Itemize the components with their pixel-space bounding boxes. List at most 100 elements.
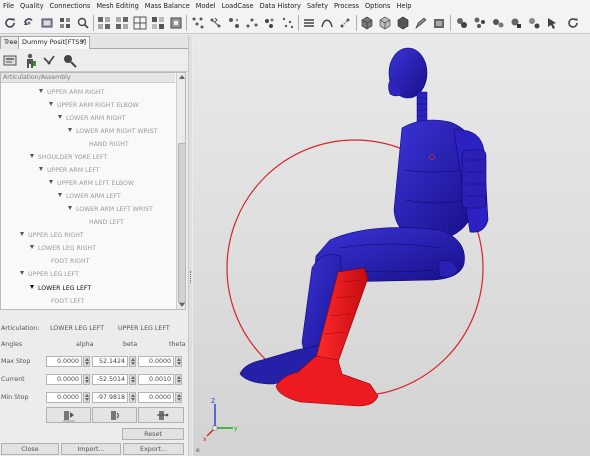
menu-quality[interactable]: Quality xyxy=(17,2,47,10)
current-alpha-spinner[interactable] xyxy=(83,374,90,385)
tab-close-button[interactable]: × xyxy=(77,36,88,49)
tree-item-lower-arm-left-wrist[interactable]: LOWER ARM LEFT WRIST xyxy=(68,204,153,216)
select-all-icon[interactable] xyxy=(545,16,559,30)
fit-view-icon[interactable] xyxy=(40,16,54,30)
layers-icon[interactable] xyxy=(302,16,316,30)
menu-model[interactable]: Model xyxy=(193,2,219,10)
menu-loadcase[interactable]: LoadCase xyxy=(219,2,257,10)
tree-item-upper-arm-left[interactable]: UPPER ARM LEFT xyxy=(39,165,100,177)
edit-icon[interactable] xyxy=(414,16,428,30)
tree-item-lower-arm-right[interactable]: LOWER ARM RIGHT xyxy=(58,113,126,125)
hinge-icon[interactable] xyxy=(42,54,56,67)
export-button[interactable]: Export... xyxy=(123,443,184,455)
tree-item-upper-leg-left[interactable]: UPPER LEG LEFT xyxy=(20,269,79,281)
expand-arrow-icon[interactable] xyxy=(39,89,43,93)
dummy-icon[interactable] xyxy=(23,53,37,68)
mass-icon[interactable] xyxy=(227,16,241,30)
element-select-icon[interactable] xyxy=(115,16,129,30)
max-stop-alpha-input[interactable]: 0.0000 xyxy=(46,356,82,367)
max-stop-beta-spinner[interactable] xyxy=(129,356,136,367)
menu-options[interactable]: Options xyxy=(362,2,393,10)
curve-icon[interactable] xyxy=(320,16,334,30)
tree-item-upper-arm-right-elbow[interactable]: UPPER ARM RIGHT ELBOW xyxy=(49,100,139,112)
max-stop-theta-input[interactable]: 0.0000 xyxy=(138,356,174,367)
tree-item-hand-right[interactable]: HAND RIGHT xyxy=(89,139,129,151)
tree-item-shoulder-yoke-left[interactable]: SHOULDER YOKE LEFT xyxy=(30,152,107,164)
scrollbar-thumb[interactable] xyxy=(178,143,185,303)
expand-arrow-icon[interactable] xyxy=(30,285,34,289)
3d-viewport[interactable]: Z y x e xyxy=(193,35,590,456)
parts-icon[interactable] xyxy=(473,16,487,30)
grid-select-icon[interactable] xyxy=(133,16,147,30)
current-theta-input[interactable]: 0.0010 xyxy=(138,374,174,385)
wireframe-cube-icon[interactable] xyxy=(378,16,392,30)
tree-item-foot-right[interactable]: FOOT RIGHT xyxy=(51,256,89,268)
scroll-up-icon[interactable] xyxy=(179,75,185,79)
cluster-icon[interactable] xyxy=(263,16,277,30)
measure-icon[interactable] xyxy=(338,16,352,30)
min-stop-theta-input[interactable]: 0.0000 xyxy=(138,392,174,403)
menu-file[interactable]: File xyxy=(0,2,17,10)
joint-tool-icon[interactable] xyxy=(62,53,78,68)
tree-item-lower-arm-left[interactable]: LOWER ARM LEFT xyxy=(58,191,121,203)
tree-item-upper-arm-right[interactable]: UPPER ARM RIGHT xyxy=(39,87,104,99)
rotate-theta-button[interactable] xyxy=(138,407,184,423)
shaded-cube-icon[interactable] xyxy=(396,16,410,30)
mesh-icon[interactable] xyxy=(151,16,165,30)
min-stop-beta-input[interactable]: -97.9818 xyxy=(92,392,128,403)
menu-safety[interactable]: Safety xyxy=(304,2,331,10)
shrink-icon[interactable] xyxy=(169,16,183,30)
tree-item-lower-arm-right-wrist[interactable]: LOWER ARM RIGHT WRIST xyxy=(68,126,158,138)
import-button[interactable]: Import... xyxy=(61,443,121,455)
panel-splitter[interactable] xyxy=(188,35,192,456)
expand-arrow-icon[interactable] xyxy=(30,154,34,158)
expand-arrow-icon[interactable] xyxy=(20,271,24,275)
box-icon[interactable] xyxy=(432,16,446,30)
open-file-icon[interactable] xyxy=(3,54,17,67)
min-stop-beta-spinner[interactable] xyxy=(129,392,136,403)
rotate-alpha-button[interactable] xyxy=(46,407,91,423)
expand-arrow-icon[interactable] xyxy=(30,245,34,249)
expand-arrow-icon[interactable] xyxy=(68,206,72,210)
hide-icon[interactable] xyxy=(509,16,523,30)
tree-item-foot-left[interactable]: FOOT LEFT xyxy=(51,296,85,308)
expand-arrow-icon[interactable] xyxy=(49,102,53,106)
close-button[interactable]: Close xyxy=(1,443,59,455)
rotate-icon[interactable] xyxy=(22,16,36,30)
rotate-view-icon[interactable] xyxy=(566,16,580,30)
min-stop-alpha-input[interactable]: 0.0000 xyxy=(46,392,82,403)
reset-button[interactable]: Reset xyxy=(122,428,184,440)
cube-icon[interactable] xyxy=(360,16,374,30)
menu-data-history[interactable]: Data History xyxy=(257,2,304,10)
tree-item-lower-leg-right[interactable]: LOWER LEG RIGHT xyxy=(30,243,96,255)
expand-arrow-icon[interactable] xyxy=(49,180,53,184)
tree-item-upper-arm-left-elbow[interactable]: UPPER ARM LEFT ELBOW xyxy=(49,178,134,190)
max-stop-theta-spinner[interactable] xyxy=(175,356,182,367)
current-alpha-input[interactable]: 0.0000 xyxy=(46,374,82,385)
splitter-grip[interactable] xyxy=(190,271,191,283)
expand-arrow-icon[interactable] xyxy=(39,167,43,171)
show-icon[interactable] xyxy=(527,16,541,30)
expand-arrow-icon[interactable] xyxy=(68,128,72,132)
node-select-icon[interactable] xyxy=(97,16,111,30)
current-beta-spinner[interactable] xyxy=(129,374,136,385)
expand-arrow-icon[interactable] xyxy=(58,193,62,197)
group-icon[interactable] xyxy=(491,16,505,30)
pan-icon[interactable] xyxy=(58,16,72,30)
menu-mesh-editing[interactable]: Mesh Editing xyxy=(93,2,141,10)
tree-scrollbar[interactable] xyxy=(176,73,185,309)
scatter-icon[interactable] xyxy=(281,16,295,30)
connect-icon[interactable] xyxy=(209,16,223,30)
menu-process[interactable]: Process xyxy=(331,2,362,10)
tree-item-lower-leg-left[interactable]: LOWER LEG LEFT xyxy=(30,283,91,295)
min-stop-alpha-spinner[interactable] xyxy=(83,392,90,403)
max-stop-beta-input[interactable]: 52.1424 xyxy=(92,356,128,367)
menu-mass-balance[interactable]: Mass Balance xyxy=(142,2,193,10)
max-stop-alpha-spinner[interactable] xyxy=(83,356,90,367)
current-beta-input[interactable]: -52.5014 xyxy=(92,374,128,385)
dummy-model-render[interactable]: Z y x xyxy=(193,35,590,456)
scroll-down-icon[interactable] xyxy=(179,303,185,307)
tree-item-hand-left[interactable]: HAND LEFT xyxy=(89,217,124,229)
menu-help[interactable]: Help xyxy=(393,2,414,10)
rotate-beta-button[interactable] xyxy=(92,407,137,423)
